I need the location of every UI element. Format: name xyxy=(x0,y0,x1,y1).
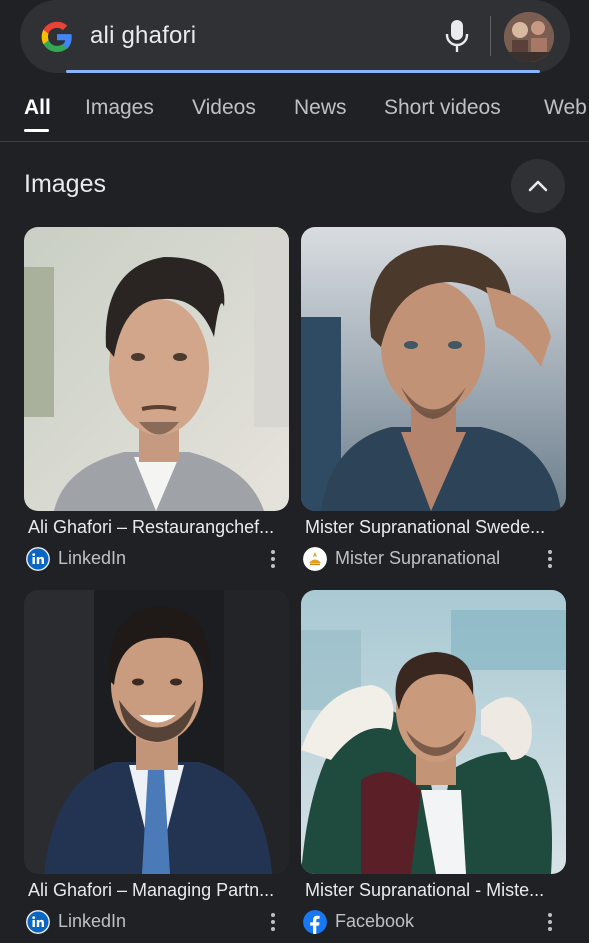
avatar-image xyxy=(504,12,554,62)
source-name: Mister Supranational xyxy=(335,548,501,568)
tab-short-videos[interactable]: Short videos xyxy=(384,96,501,120)
result-source[interactable]: LinkedIn xyxy=(24,547,289,571)
active-tab-indicator xyxy=(24,129,49,132)
search-bar[interactable]: ali ghafori xyxy=(20,0,570,73)
portrait-image xyxy=(24,227,289,511)
result-caption[interactable]: Mister Supranational Swede... xyxy=(305,517,567,538)
account-avatar[interactable] xyxy=(504,12,554,62)
linkedin-icon xyxy=(26,910,50,934)
collapse-section-button[interactable] xyxy=(511,159,565,213)
tab-all[interactable]: All xyxy=(24,96,51,120)
source-name: Facebook xyxy=(335,911,415,931)
result-thumbnail[interactable] xyxy=(301,590,566,874)
portrait-image xyxy=(301,590,566,874)
chevron-up-icon xyxy=(528,180,548,192)
result-caption[interactable]: Ali Ghafori – Managing Partn... xyxy=(28,880,290,901)
result-caption[interactable]: Mister Supranational - Miste... xyxy=(305,880,567,901)
result-thumbnail[interactable] xyxy=(24,227,289,511)
portrait-image xyxy=(301,227,566,511)
google-logo-icon xyxy=(41,21,72,52)
linkedin-icon xyxy=(26,547,50,571)
source-name: LinkedIn xyxy=(58,911,127,931)
more-options-icon[interactable] xyxy=(540,548,560,570)
microphone-icon[interactable] xyxy=(445,19,469,53)
search-bar-divider xyxy=(490,16,491,56)
more-options-icon[interactable] xyxy=(263,548,283,570)
mister-supranational-icon xyxy=(303,547,327,571)
tab-images[interactable]: Images xyxy=(85,96,154,120)
search-focus-underline xyxy=(66,70,540,73)
result-thumbnail[interactable] xyxy=(24,590,289,874)
tab-videos[interactable]: Videos xyxy=(192,96,256,120)
search-input[interactable]: ali ghafori xyxy=(90,22,196,50)
facebook-icon xyxy=(303,910,327,934)
search-tabs: All Images Videos News Short videos Web xyxy=(0,92,589,142)
result-source[interactable]: Mister Supranational xyxy=(301,547,566,571)
source-name: LinkedIn xyxy=(58,548,127,568)
more-options-icon[interactable] xyxy=(263,911,283,933)
result-caption[interactable]: Ali Ghafori – Restaurangchef... xyxy=(28,517,290,538)
result-source[interactable]: Facebook xyxy=(301,910,566,934)
more-options-icon[interactable] xyxy=(540,911,560,933)
portrait-image xyxy=(24,590,289,874)
tab-news[interactable]: News xyxy=(294,96,347,120)
images-section-title: Images xyxy=(24,170,106,198)
result-thumbnail[interactable] xyxy=(301,227,566,511)
tab-web[interactable]: Web xyxy=(544,96,587,120)
result-source[interactable]: LinkedIn xyxy=(24,910,289,934)
tabs-divider xyxy=(0,141,589,142)
